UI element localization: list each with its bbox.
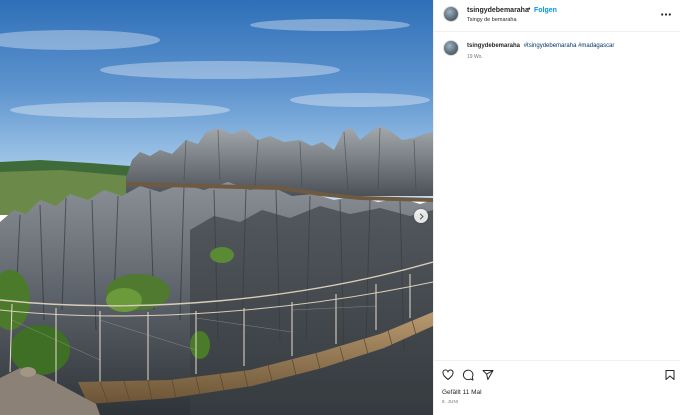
- more-options-button[interactable]: [659, 8, 673, 20]
- hashtag-link[interactable]: #madagascar: [578, 43, 614, 49]
- hashtag-link[interactable]: #tsingydebemaraha: [524, 43, 577, 49]
- action-bar: Gefällt 11 Mal 8. JUNI: [434, 360, 680, 415]
- next-image-button[interactable]: [414, 209, 428, 223]
- avatar[interactable]: [443, 6, 459, 22]
- location-link[interactable]: Tsingy de bemaraha: [467, 17, 517, 23]
- save-button[interactable]: [663, 368, 677, 382]
- post-sidebar: tsingydebemaraha • Folgen Tsingy de bema…: [433, 0, 680, 415]
- bookmark-icon: [665, 370, 675, 380]
- chevron-right-icon: [419, 213, 424, 219]
- share-icon: [482, 370, 494, 380]
- post-image[interactable]: [0, 0, 433, 415]
- follow-button[interactable]: Folgen: [534, 7, 557, 14]
- caption-avatar[interactable]: [443, 40, 459, 56]
- caption-username[interactable]: tsingydebemaraha: [467, 43, 520, 49]
- comment-icon: [462, 369, 474, 381]
- share-button[interactable]: [481, 368, 495, 382]
- like-button[interactable]: [441, 368, 455, 382]
- post-date: 8. JUNI: [442, 399, 459, 404]
- header-username[interactable]: tsingydebemaraha: [467, 7, 529, 14]
- more-horizontal-icon: [661, 12, 671, 16]
- post-age: 19 Wo.: [467, 54, 483, 60]
- post-header: tsingydebemaraha • Folgen Tsingy de bema…: [434, 0, 680, 32]
- tsingy-photo: [0, 0, 433, 415]
- comment-button[interactable]: [461, 368, 475, 382]
- likes-count[interactable]: Gefällt 11 Mal: [442, 389, 482, 396]
- caption-text: tsingydebemaraha #tsingydebemaraha #mada…: [467, 42, 672, 50]
- heart-icon: [442, 369, 454, 380]
- separator-dot: •: [528, 6, 531, 13]
